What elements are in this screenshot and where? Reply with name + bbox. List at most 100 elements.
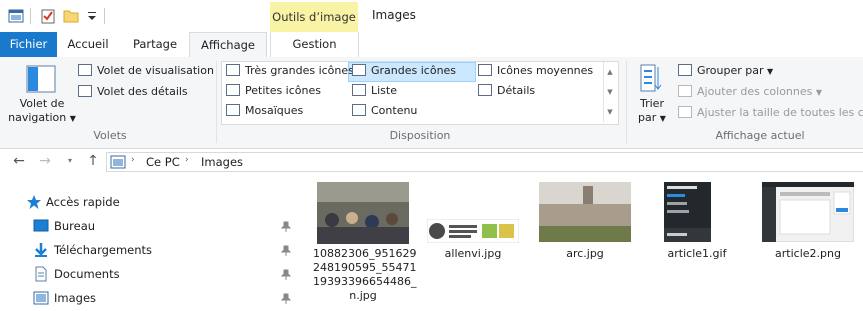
navigation-pane-button[interactable]: Volet de navigation ▼ <box>4 97 80 126</box>
add-columns-label: Ajouter des colonnes <box>697 85 813 98</box>
layout-list-label: Liste <box>371 84 397 97</box>
preview-pane-button[interactable]: Volet de visualisation <box>78 62 214 80</box>
layout-medium-icons[interactable]: Icônes moyennes <box>478 62 593 80</box>
extra-large-icons-icon <box>226 64 240 76</box>
sort-by-label-line2: par ▼ <box>638 111 666 124</box>
new-folder-icon[interactable] <box>63 8 79 24</box>
layout-details[interactable]: Détails <box>478 82 535 100</box>
details-icon <box>478 84 492 96</box>
file-item-4-name[interactable]: article1.gif <box>652 247 742 261</box>
pin-icon[interactable] <box>280 245 292 257</box>
details-pane-label: Volet des détails <box>97 85 188 98</box>
breadcrumb-this-pc[interactable]: Ce PC <box>146 155 180 169</box>
layout-tiles-label: Mosaïques <box>245 104 304 117</box>
file-thumbnail-admin-menu[interactable] <box>664 182 711 242</box>
breadcrumb-separator-icon[interactable]: › <box>131 155 135 165</box>
content-icon <box>352 104 366 116</box>
file-item-2-name[interactable]: allenvi.jpg <box>421 247 525 261</box>
up-button[interactable]: ↑ <box>84 152 102 170</box>
preview-pane-label: Volet de visualisation <box>97 64 214 77</box>
nav-item-documents[interactable]: Documents <box>54 264 120 284</box>
file-item-3-name[interactable]: arc.jpg <box>533 247 637 261</box>
tab-manage[interactable]: Gestion <box>270 32 359 57</box>
breadcrumb-separator-icon[interactable]: › <box>185 155 189 165</box>
pin-icon[interactable] <box>280 293 292 305</box>
file-item-5-name[interactable]: article2.png <box>758 247 858 261</box>
group-by-icon <box>678 64 692 76</box>
tab-share[interactable]: Partage <box>124 32 186 57</box>
back-button[interactable]: ← <box>10 152 28 170</box>
window-title: Images <box>372 8 416 22</box>
file-thumbnail-photo-crowd[interactable] <box>317 182 409 244</box>
pictures-icon <box>33 291 49 305</box>
group-by-label: Grouper par <box>697 64 764 77</box>
panes-group-label: Volets <box>93 129 127 142</box>
star-icon <box>27 195 41 209</box>
scroll-down-icon[interactable]: ▼ <box>604 82 616 102</box>
recent-locations-chevron-icon[interactable]: ▾ <box>61 152 79 170</box>
ribbon-panel: Volet de navigation ▼ Volet de visualisa… <box>0 57 863 149</box>
scroll-up-icon[interactable]: ▲ <box>604 62 616 82</box>
layout-list[interactable]: Liste <box>352 82 397 100</box>
desktop-icon <box>33 219 49 232</box>
size-columns-label: Ajuster la taille de toutes les colo <box>697 106 863 119</box>
tab-home[interactable]: Accueil <box>57 32 119 57</box>
breadcrumb-pictures[interactable]: Images <box>201 155 243 169</box>
layout-tiles[interactable]: Mosaïques <box>226 102 303 120</box>
navigation-pane-label-line2: navigation ▼ <box>8 111 76 124</box>
navigation-pane-icon[interactable] <box>26 65 56 93</box>
nav-item-pictures[interactable]: Images <box>54 288 96 308</box>
nav-item-downloads[interactable]: Téléchargements <box>54 240 152 260</box>
qa-dropdown-icon[interactable] <box>84 8 100 24</box>
sort-by-button[interactable]: Trier par ▼ <box>632 97 672 126</box>
nav-item-desktop[interactable]: Bureau <box>54 216 95 236</box>
downloads-icon <box>35 243 47 257</box>
pictures-folder-icon <box>110 155 126 169</box>
forward-button[interactable]: → <box>36 152 54 170</box>
sort-by-label-line1: Trier <box>640 97 664 110</box>
size-all-columns-button[interactable]: Ajuster la taille de toutes les colo <box>678 104 863 122</box>
title-bar <box>0 0 863 32</box>
file-name-line: 10882306_951629 <box>313 247 417 260</box>
large-icons-icon <box>352 64 366 76</box>
window-icon <box>8 9 24 23</box>
file-thumbnail-screenshot[interactable] <box>762 182 854 242</box>
file-thumbnail-photo-building[interactable] <box>539 182 631 242</box>
file-name-line: n.jpg <box>349 289 377 302</box>
sort-by-icon[interactable] <box>638 63 664 93</box>
details-pane-button[interactable]: Volet des détails <box>78 83 188 101</box>
expand-gallery-icon[interactable]: ▼ <box>604 102 616 122</box>
layout-gallery-scroller[interactable]: ▲ ▼ ▼ <box>603 62 616 122</box>
group-by-button[interactable]: Grouper par ▼ <box>678 62 773 80</box>
tiles-icon <box>226 104 240 116</box>
file-thumbnail-logo-banner[interactable] <box>427 219 519 243</box>
layout-extra-large-label: Très grandes icônes <box>245 64 354 77</box>
layout-group-label: Disposition <box>389 129 451 142</box>
details-pane-icon <box>78 85 92 97</box>
layout-large-icons[interactable]: Grandes icônes <box>352 62 456 80</box>
list-icon <box>352 84 366 96</box>
qa-divider <box>104 8 105 24</box>
group-separator <box>626 61 627 143</box>
layout-large-label: Grandes icônes <box>371 64 457 77</box>
ribbon-tabs: Fichier Accueil Partage Affichage Gestio… <box>0 32 863 59</box>
pin-icon[interactable] <box>280 221 292 233</box>
add-columns-icon <box>678 85 692 97</box>
nav-quick-access[interactable]: Accès rapide <box>46 192 120 212</box>
layout-content[interactable]: Contenu <box>352 102 417 120</box>
file-item-1-name[interactable]: 10882306_951629 248190595_55471 19393396… <box>313 247 417 303</box>
small-icons-icon <box>226 84 240 96</box>
pin-icon[interactable] <box>280 269 292 281</box>
chevron-down-icon: ▼ <box>659 114 666 123</box>
picture-tools-context-label: Outils d’image <box>270 2 358 32</box>
add-columns-button[interactable]: Ajouter des colonnes ▼ <box>678 83 822 101</box>
layout-medium-label: Icônes moyennes <box>497 64 594 77</box>
tab-file[interactable]: Fichier <box>0 32 57 57</box>
layout-small-icons[interactable]: Petites icônes <box>226 82 321 100</box>
chevron-down-icon: ▼ <box>815 88 823 97</box>
chevron-down-icon: ▼ <box>767 67 774 76</box>
group-separator <box>216 61 217 143</box>
tab-view[interactable]: Affichage <box>189 32 267 59</box>
layout-extra-large-icons[interactable]: Très grandes icônes <box>226 62 354 80</box>
properties-icon[interactable] <box>40 8 56 24</box>
